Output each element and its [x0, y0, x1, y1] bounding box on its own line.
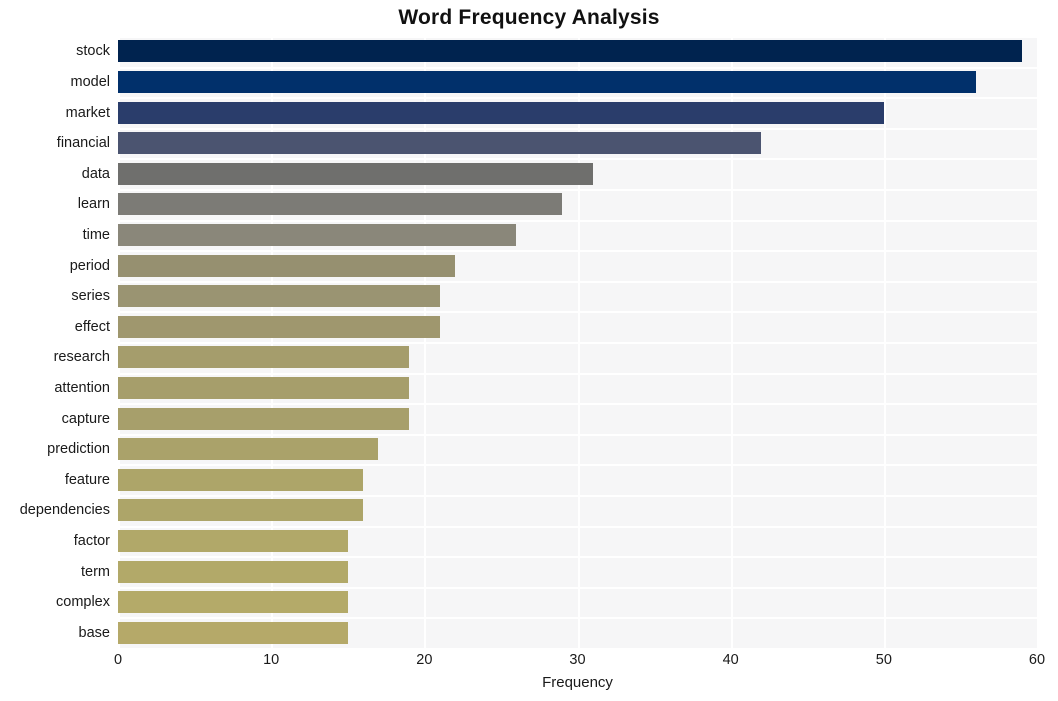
y-axis-tick-label: research [53, 349, 110, 366]
x-axis-tick-label: 0 [113, 652, 123, 668]
y-axis-tick-label: learn [77, 196, 110, 213]
x-axis-tick-label: 50 [875, 652, 892, 668]
y-axis-tick-label: period [69, 257, 110, 274]
gridline-horizontal [118, 648, 1037, 650]
y-axis-tick-label: model [70, 73, 111, 90]
y-axis-tick-labels: stock model market financial data learn time pe… [0, 36, 1058, 648]
x-axis-tick-label: 10 [263, 652, 280, 668]
y-axis-tick-label: data [81, 165, 110, 182]
y-axis-tick-label: term [81, 563, 110, 580]
word-frequency-chart: Word Frequency Analysis stock model market… [0, 0, 1058, 701]
y-axis-tick-label: factor [73, 532, 110, 549]
y-axis-tick-label: dependencies [19, 502, 110, 519]
y-axis-tick-label: effect [74, 318, 110, 335]
y-axis-tick-label: attention [54, 379, 110, 396]
x-axis-label: Frequency [542, 674, 613, 691]
y-axis-tick-label: capture [61, 410, 110, 427]
y-axis-tick-label: base [78, 624, 110, 641]
y-axis-tick-label: stock [76, 43, 110, 60]
x-axis-tick-label: 30 [569, 652, 586, 668]
y-axis-tick-label: market [65, 104, 110, 121]
y-axis-tick-label: series [71, 288, 110, 305]
x-axis-tick-label: 40 [722, 652, 739, 668]
chart-title: Word Frequency Analysis [398, 6, 660, 29]
x-axis-tick-label: 20 [416, 652, 433, 668]
y-axis-tick-label: financial [56, 135, 110, 152]
y-axis-tick-label: complex [56, 594, 110, 611]
y-axis-tick-label: prediction [47, 441, 110, 458]
y-axis-tick-label: time [82, 226, 110, 243]
y-axis-tick-label: feature [64, 471, 110, 488]
x-axis-tick-label: 60 [1028, 652, 1046, 668]
